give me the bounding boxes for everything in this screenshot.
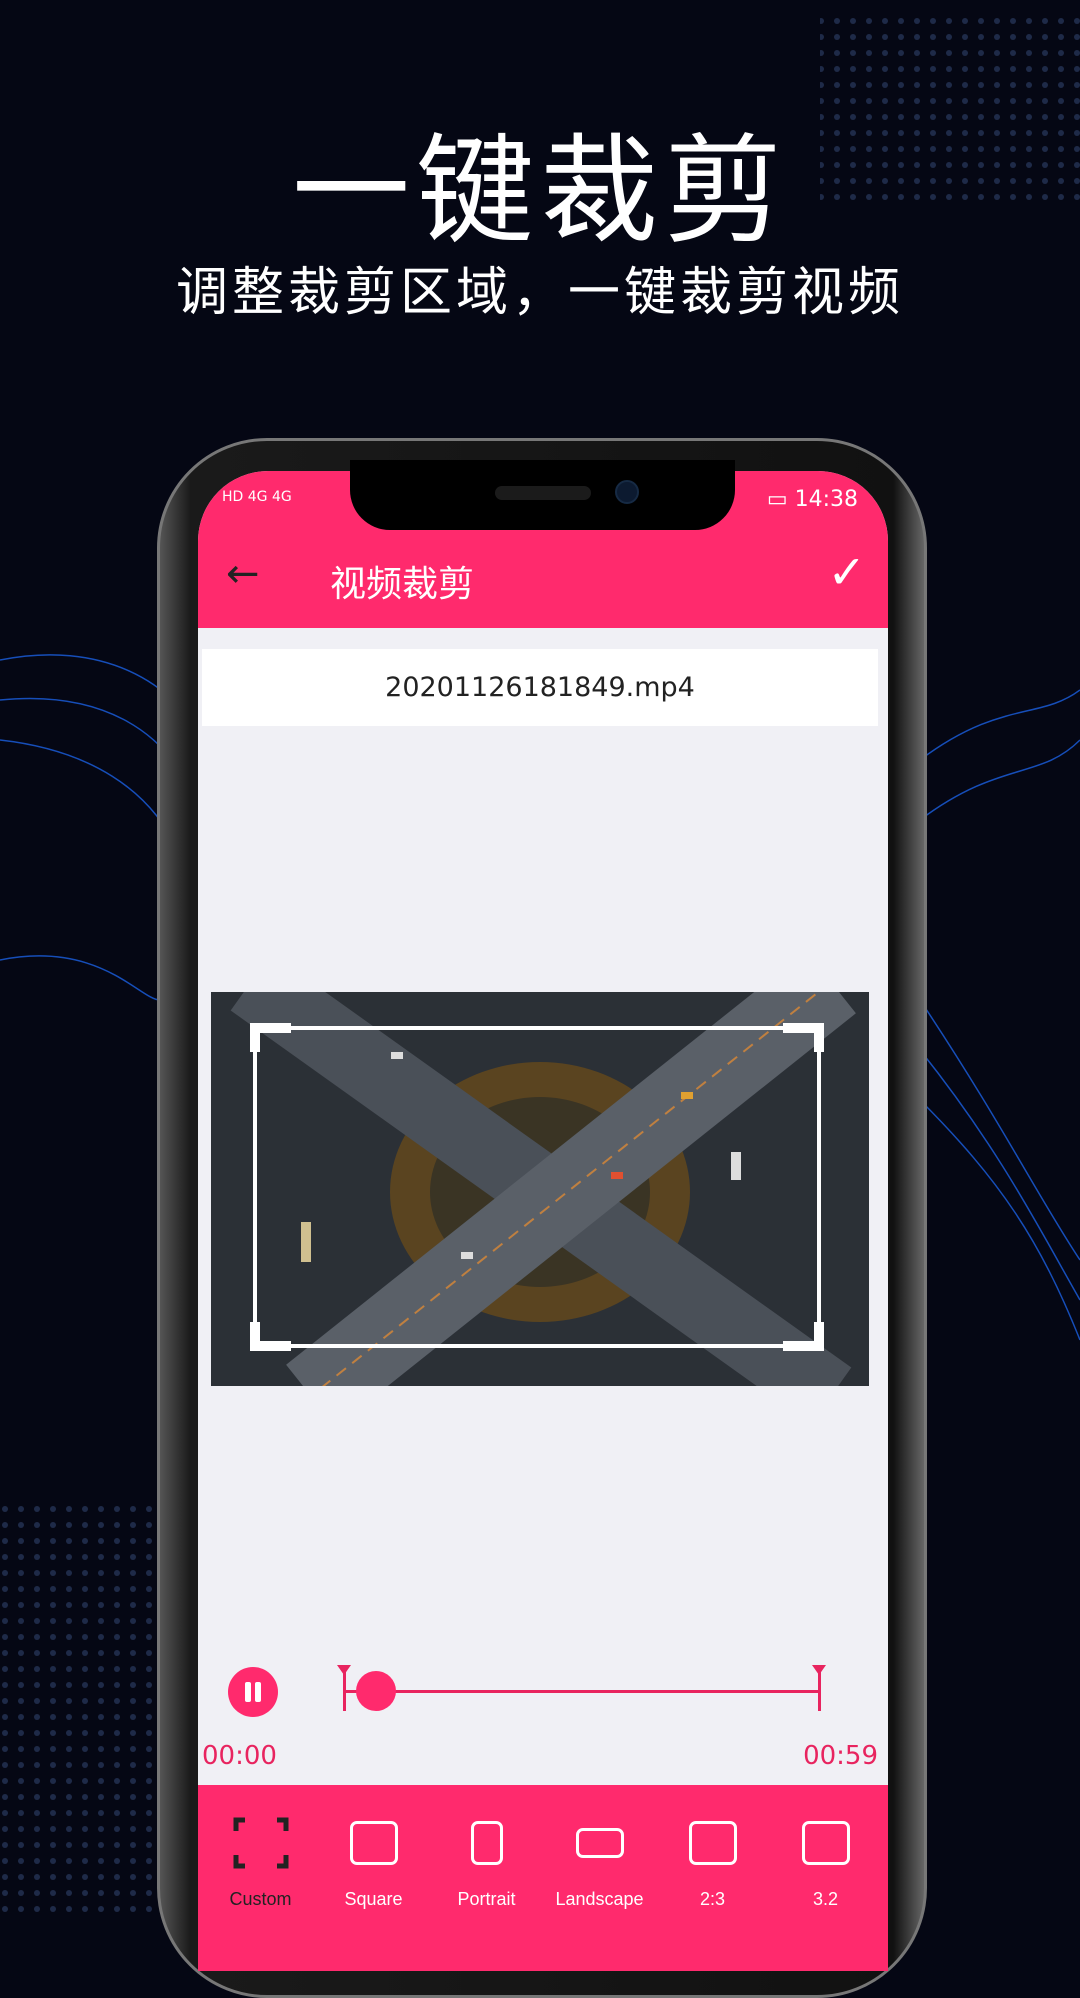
app-title: 视频裁剪: [330, 564, 475, 605]
check-icon[interactable]: ✓: [827, 545, 866, 599]
status-bar-right: ▭ 14:38: [767, 487, 858, 512]
start-time: 00:00: [202, 1741, 277, 1771]
subheadline: 调整裁剪区域，一键裁剪视频: [175, 263, 904, 323]
ratio-icon: [688, 1821, 737, 1865]
crop-option-custom[interactable]: Custom: [206, 1785, 316, 1971]
crop-option-2-3[interactable]: 2:3: [658, 1785, 768, 1971]
crop-option-portrait[interactable]: Portrait: [432, 1785, 542, 1971]
app-screen: HD 4G 4G ▭ 14:38 ← 视频裁剪 ✓ 20201126181849…: [198, 471, 888, 1971]
end-time: 00:59: [803, 1741, 878, 1771]
landscape-icon: [575, 1828, 624, 1858]
crop-options-bar: Custom Square Portrait Landscape 2:3 3.2: [198, 1785, 888, 1971]
playhead-slider-thumb[interactable]: [356, 1671, 397, 1711]
crop-option-square[interactable]: Square: [319, 1785, 429, 1971]
arrow-left-icon[interactable]: ←: [226, 551, 260, 597]
status-bar-left: HD 4G 4G: [222, 489, 292, 505]
speaker: [495, 486, 591, 500]
trim-start-handle[interactable]: [337, 1665, 351, 1711]
trim-end-handle[interactable]: [812, 1665, 826, 1711]
ratio-icon: [801, 1821, 850, 1865]
crop-option-landscape[interactable]: Landscape: [545, 1785, 655, 1971]
square-icon: [349, 1821, 398, 1865]
camera: [615, 480, 639, 504]
status-time: 14:38: [794, 487, 858, 512]
battery-icon: ▭: [766, 487, 795, 512]
file-name: 20201126181849.mp4: [202, 649, 878, 726]
headline: 一键裁剪: [291, 122, 788, 260]
crop-corners-icon: [206, 1815, 316, 1871]
pause-button[interactable]: [228, 1667, 278, 1717]
phone-notch: [350, 460, 735, 530]
video-preview[interactable]: [211, 992, 869, 1386]
trim-slider-track[interactable]: [343, 1690, 820, 1693]
crop-option-3-2[interactable]: 3.2: [771, 1785, 881, 1971]
portrait-icon: [470, 1821, 503, 1865]
